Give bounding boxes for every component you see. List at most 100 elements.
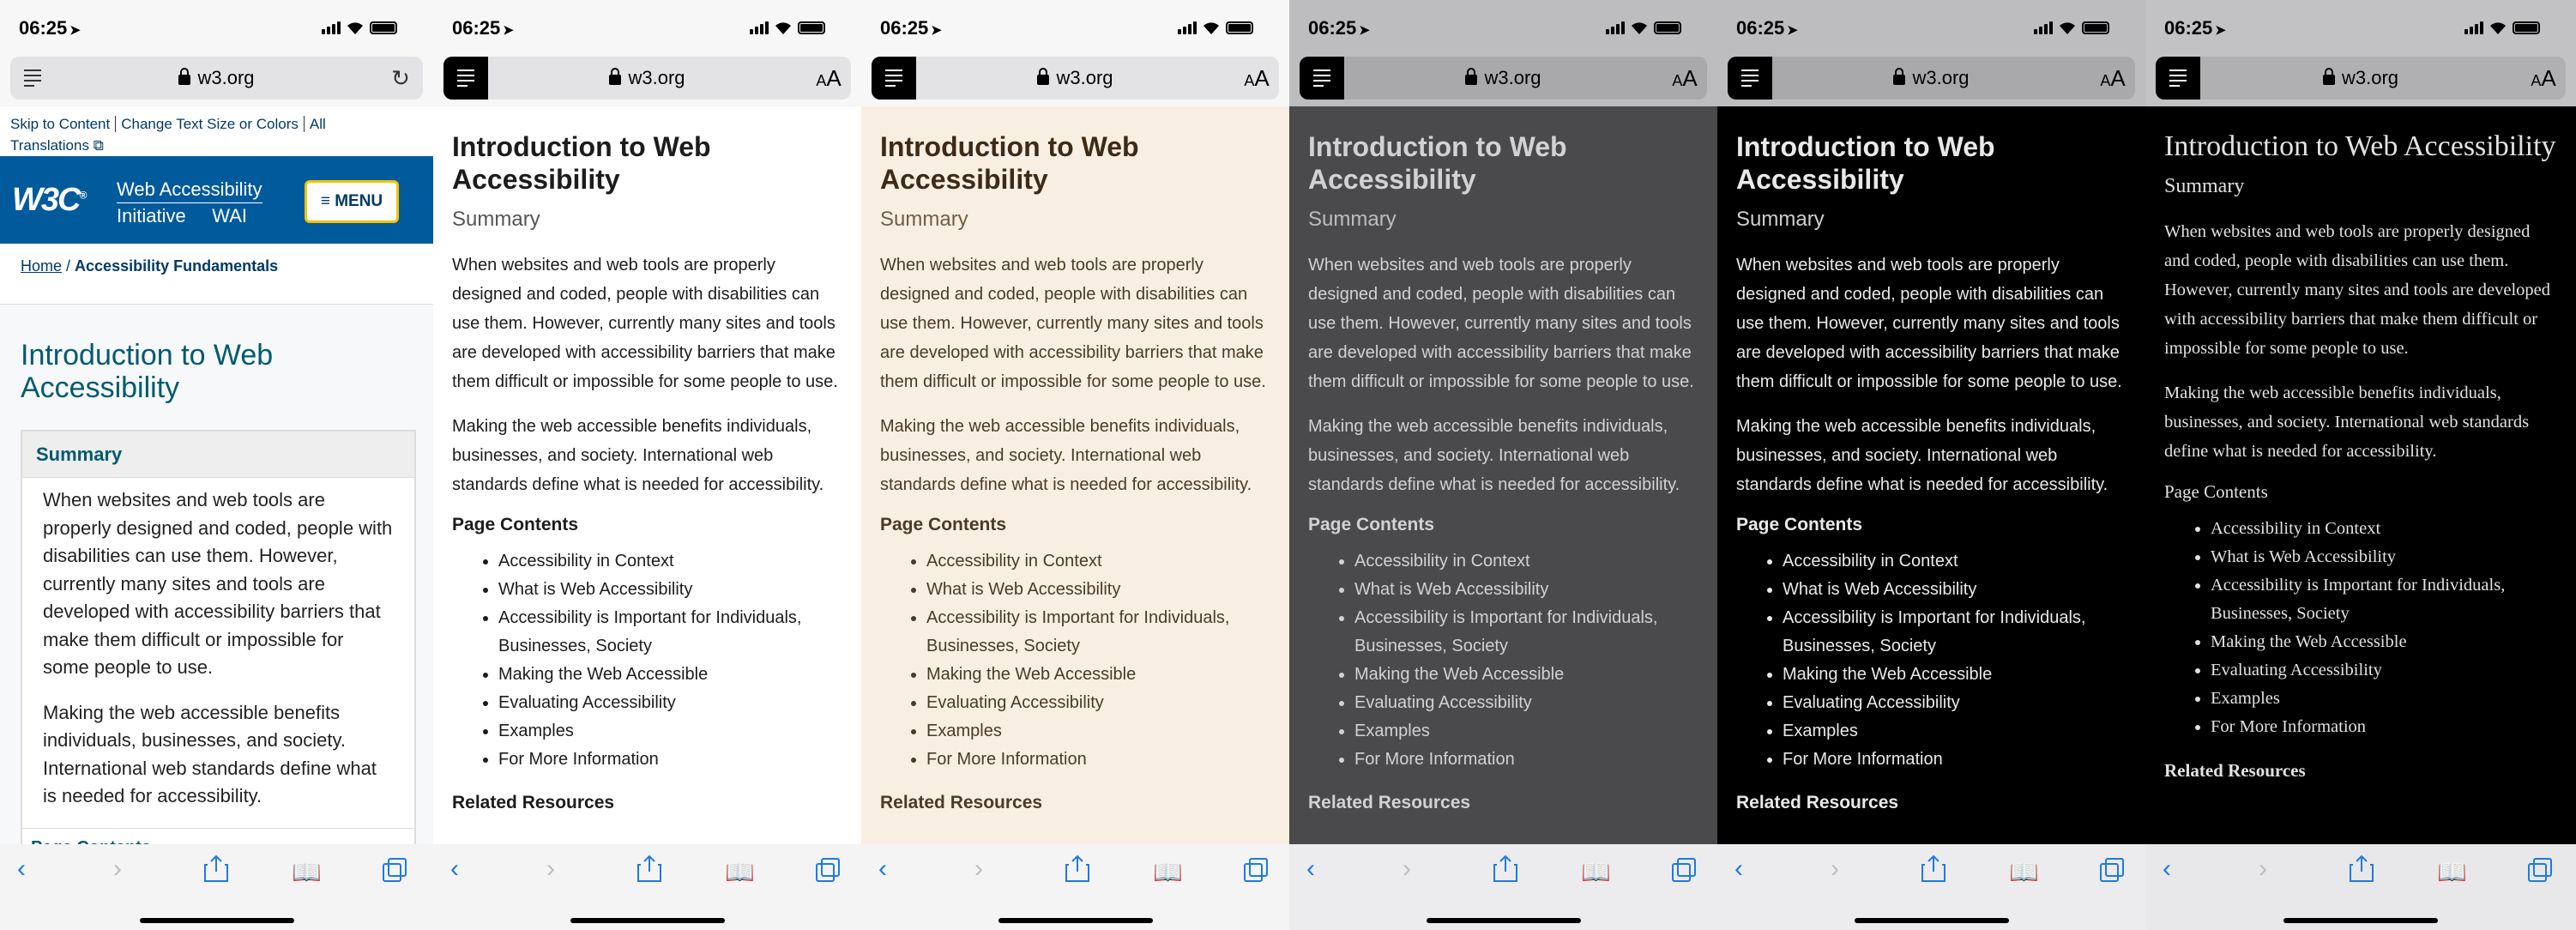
contents-item[interactable]: Making the Web Accessible (1783, 661, 2127, 689)
text-size-button[interactable]: AA (2090, 65, 2135, 92)
reader-view-button[interactable] (1300, 57, 1344, 100)
share-icon[interactable] (1493, 855, 1517, 882)
contents-item[interactable]: Making the Web Accessible (2211, 628, 2557, 656)
share-icon[interactable] (637, 855, 661, 882)
contents-item[interactable]: Accessibility is Important for Individua… (1354, 604, 1698, 661)
contents-item[interactable]: Evaluating Accessibility (2211, 656, 2557, 685)
contents-item[interactable]: What is Web Accessibility (1354, 576, 1698, 604)
contents-item[interactable]: For More Information (498, 746, 842, 774)
address-bar[interactable]: w3.org AA (1300, 57, 1707, 100)
contents-item[interactable]: Making the Web Accessible (1354, 661, 1698, 689)
bookmarks-icon[interactable]: 📖 (2009, 858, 2039, 886)
contents-item[interactable]: For More Information (2211, 713, 2557, 741)
contents-item[interactable]: What is Web Accessibility (1783, 576, 2127, 604)
menu-button[interactable]: ≡ MENU (305, 180, 399, 223)
address-bar[interactable]: w3.org ↻ (10, 57, 423, 100)
reader-view-button[interactable] (1728, 57, 1772, 100)
contents-item[interactable]: Making the Web Accessible (926, 661, 1270, 689)
tabs-icon[interactable] (2100, 858, 2126, 884)
reader-view-button[interactable] (2156, 57, 2200, 100)
contents-item[interactable]: Accessibility is Important for Individua… (498, 604, 842, 661)
contents-item[interactable]: Accessibility is Important for Individua… (2211, 571, 2557, 628)
contents-item[interactable]: Accessibility is Important for Individua… (1783, 604, 2127, 661)
related-resources-heading: Related Resources (2164, 760, 2306, 781)
contents-item[interactable]: Examples (1354, 717, 1698, 746)
share-icon[interactable] (204, 855, 228, 882)
url-field[interactable]: w3.org (2200, 67, 2521, 89)
bookmarks-icon[interactable]: 📖 (2437, 858, 2467, 886)
contents-item[interactable]: Evaluating Accessibility (498, 689, 842, 717)
back-button[interactable]: ‹ (450, 855, 459, 884)
contents-item[interactable]: Accessibility in Context (1354, 547, 1698, 576)
text-size-link[interactable]: Change Text Size or Colors (121, 116, 305, 132)
contents-item[interactable]: What is Web Accessibility (926, 576, 1270, 604)
forward-button[interactable]: › (2259, 855, 2267, 884)
contents-item[interactable]: Accessibility in Context (2211, 515, 2557, 543)
reader-view-button[interactable] (10, 57, 55, 100)
back-button[interactable]: ‹ (17, 855, 26, 884)
reload-button[interactable]: ↻ (378, 65, 423, 92)
tabs-icon[interactable] (383, 858, 408, 884)
contents-item[interactable]: For More Information (1783, 746, 2127, 774)
back-button[interactable]: ‹ (1734, 855, 1743, 884)
forward-button[interactable]: › (113, 855, 122, 884)
address-bar[interactable]: w3.org AA (872, 57, 1279, 100)
contents-item[interactable]: For More Information (1354, 746, 1698, 774)
reader-view-button[interactable] (443, 57, 488, 100)
contents-item[interactable]: What is Web Accessibility (2211, 543, 2557, 571)
url-field[interactable]: w3.org (1772, 67, 2090, 89)
back-button[interactable]: ‹ (878, 855, 887, 884)
share-icon[interactable] (1921, 855, 1946, 882)
reader-view-button[interactable] (872, 57, 916, 100)
contents-item[interactable]: Examples (498, 717, 842, 746)
text-size-button[interactable]: AA (806, 65, 851, 92)
page-contents-link[interactable]: Page Contents (22, 827, 414, 844)
bookmarks-icon[interactable]: 📖 (1581, 858, 1611, 886)
reader-paragraph: Making the web accessible benefits indiv… (2164, 383, 2530, 461)
tabs-icon[interactable] (816, 858, 842, 884)
tabs-icon[interactable] (1244, 858, 1270, 884)
contents-item[interactable]: Examples (926, 717, 1270, 746)
text-size-button[interactable]: AA (1662, 65, 1707, 92)
bookmarks-icon[interactable]: 📖 (292, 858, 322, 886)
forward-button[interactable]: › (546, 855, 555, 884)
contents-item[interactable]: Examples (1783, 717, 2127, 746)
share-icon[interactable] (2350, 855, 2374, 882)
reader-paragraph: Making the web accessible benefits indiv… (880, 417, 1252, 494)
tabs-icon[interactable] (1672, 858, 1698, 884)
forward-button[interactable]: › (1403, 855, 1411, 884)
bookmarks-icon[interactable]: 📖 (1153, 858, 1183, 886)
back-button[interactable]: ‹ (1306, 855, 1315, 884)
contents-item[interactable]: What is Web Accessibility (498, 576, 842, 604)
contents-item[interactable]: Accessibility in Context (1783, 547, 2127, 576)
text-size-button[interactable]: AA (1234, 65, 1279, 92)
skip-to-content-link[interactable]: Skip to Content (10, 116, 117, 132)
contents-item[interactable]: Making the Web Accessible (498, 661, 842, 689)
contents-item[interactable]: For More Information (926, 746, 1270, 774)
contents-item[interactable]: Evaluating Accessibility (1783, 689, 2127, 717)
contents-item[interactable]: Accessibility in Context (498, 547, 842, 576)
bookmarks-icon[interactable]: 📖 (725, 858, 755, 886)
forward-button[interactable]: › (974, 855, 983, 884)
tabs-icon[interactable] (2528, 858, 2554, 884)
contents-item[interactable]: Examples (2211, 685, 2557, 713)
url-field[interactable]: w3.org (488, 67, 806, 89)
address-bar[interactable]: w3.org AA (1728, 57, 2135, 100)
breadcrumb-current[interactable]: Accessibility Fundamentals (75, 257, 278, 275)
contents-item[interactable]: Accessibility is Important for Individua… (926, 604, 1270, 661)
text-size-button[interactable]: AA (2521, 65, 2566, 92)
breadcrumb-home[interactable]: Home (21, 257, 62, 275)
url-field[interactable]: w3.org (916, 67, 1234, 89)
address-bar[interactable]: w3.org AA (2156, 57, 2566, 100)
address-bar[interactable]: w3.org AA (443, 57, 851, 100)
contents-item[interactable]: Evaluating Accessibility (1354, 689, 1698, 717)
url-field[interactable]: w3.org (1344, 67, 1662, 89)
contents-item[interactable]: Evaluating Accessibility (926, 689, 1270, 717)
contents-item[interactable]: Accessibility in Context (926, 547, 1270, 576)
share-icon[interactable] (1065, 855, 1089, 882)
site-title[interactable]: Web Accessibility Initiative WAI (117, 177, 262, 229)
forward-button[interactable]: › (1831, 855, 1839, 884)
w3c-logo[interactable]: W3C® (12, 182, 87, 219)
url-field[interactable]: w3.org (55, 67, 378, 89)
back-button[interactable]: ‹ (2163, 855, 2171, 884)
